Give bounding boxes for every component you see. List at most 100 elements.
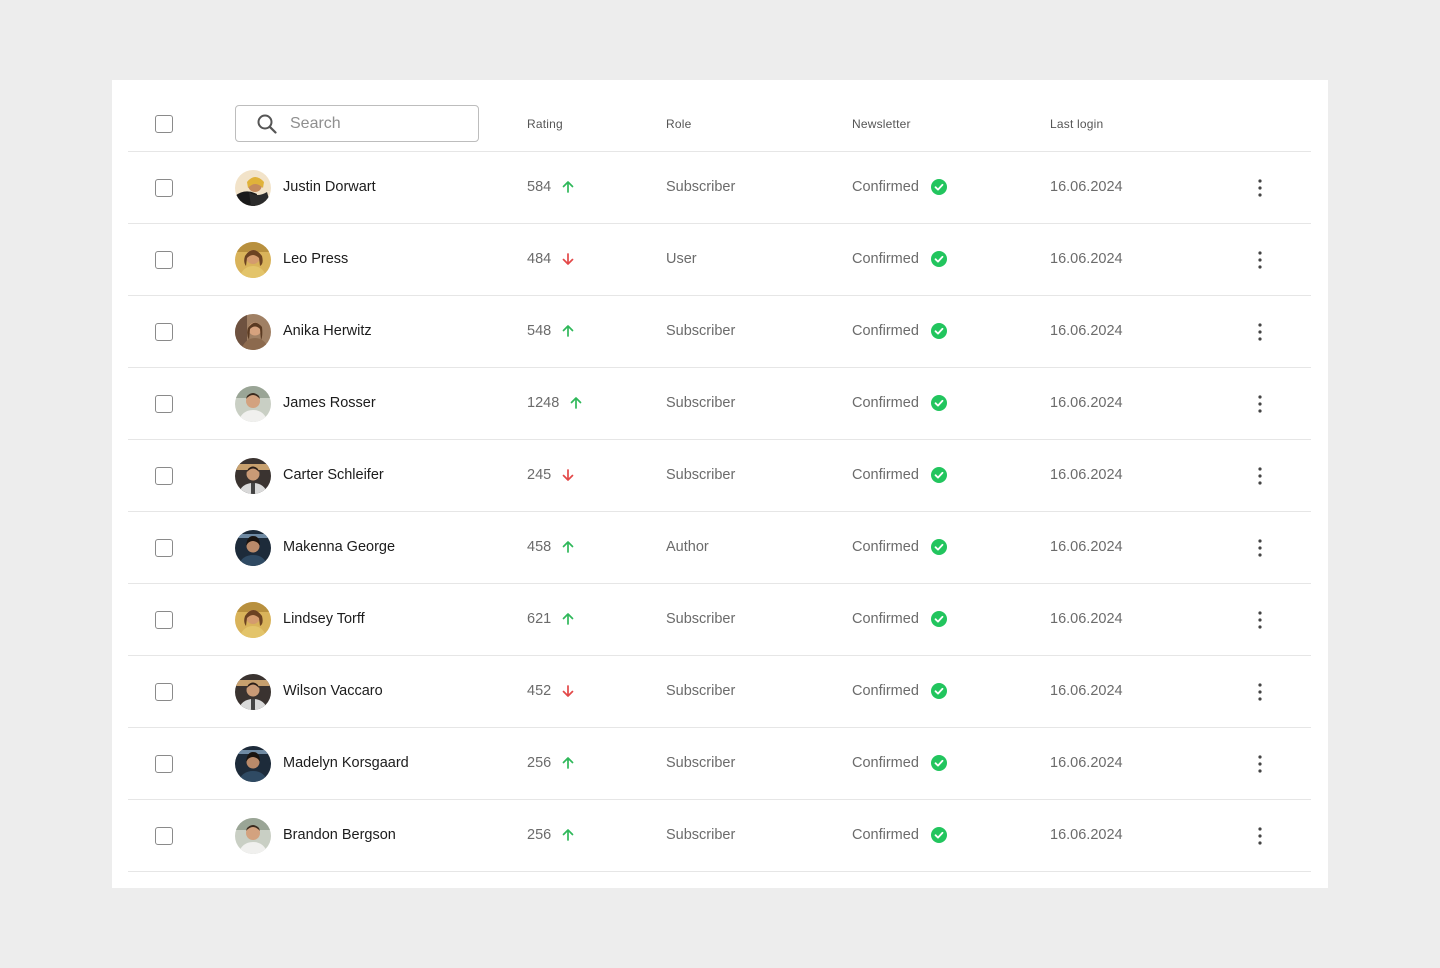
newsletter-status: Confirmed [852, 395, 919, 411]
newsletter-status: Confirmed [852, 179, 919, 195]
column-header-last-login[interactable]: Last login [1050, 117, 1103, 131]
rating-value: 452 [527, 683, 552, 699]
avatar [235, 674, 271, 710]
newsletter-status: Confirmed [852, 755, 919, 771]
row-checkbox[interactable] [155, 467, 173, 485]
table-row[interactable]: Wilson Vaccaro 452 Subscriber Confirmed … [128, 656, 1311, 728]
user-name[interactable]: James Rosser [283, 395, 376, 411]
last-login-value: 16.06.2024 [1050, 323, 1123, 339]
newsletter-cell: Confirmed [852, 251, 947, 267]
more-options-icon[interactable] [1248, 536, 1272, 560]
rating-value: 548 [527, 323, 552, 339]
newsletter-cell: Confirmed [852, 395, 947, 411]
user-name[interactable]: Anika Herwitz [283, 323, 372, 339]
last-login-value: 16.06.2024 [1050, 611, 1123, 627]
table-row[interactable]: Brandon Bergson 256 Subscriber Confirmed… [128, 800, 1311, 872]
table-row[interactable]: Carter Schleifer 245 Subscriber Confirme… [128, 440, 1311, 512]
last-login-value: 16.06.2024 [1050, 467, 1123, 483]
check-circle-icon [930, 179, 947, 195]
row-checkbox[interactable] [155, 755, 173, 773]
role-value: Author [666, 539, 709, 555]
select-all-checkbox[interactable] [155, 115, 173, 133]
row-checkbox[interactable] [155, 323, 173, 341]
avatar [235, 386, 271, 422]
role-value: Subscriber [666, 179, 736, 195]
rating-value: 484 [527, 251, 552, 267]
newsletter-status: Confirmed [852, 323, 919, 339]
table-row[interactable]: Lindsey Torff 621 Subscriber Confirmed 1… [128, 584, 1311, 656]
row-checkbox[interactable] [155, 683, 173, 701]
table-row[interactable]: James Rosser 1248 Subscriber Confirmed 1… [128, 368, 1311, 440]
role-value: Subscriber [666, 395, 736, 411]
search-box[interactable] [235, 105, 479, 142]
table-row[interactable]: Anika Herwitz 548 Subscriber Confirmed 1… [128, 296, 1311, 368]
last-login-value: 16.06.2024 [1050, 179, 1123, 195]
check-circle-icon [930, 251, 947, 267]
more-options-icon[interactable] [1248, 320, 1272, 344]
newsletter-cell: Confirmed [852, 611, 947, 627]
row-checkbox[interactable] [155, 395, 173, 413]
role-value: Subscriber [666, 683, 736, 699]
arrow-up-icon [562, 325, 574, 337]
role-value: Subscriber [666, 323, 736, 339]
newsletter-status: Confirmed [852, 827, 919, 843]
search-icon [257, 114, 277, 134]
rating-value: 458 [527, 539, 552, 555]
table-row[interactable]: Justin Dorwart 584 Subscriber Confirmed … [128, 152, 1311, 224]
users-table-card: Rating Role Newsletter Last login Justin… [112, 80, 1328, 888]
role-value: Subscriber [666, 611, 736, 627]
arrow-down-icon [562, 685, 574, 697]
check-circle-icon [930, 467, 947, 483]
rating-cell: 584 [527, 179, 575, 195]
column-header-rating[interactable]: Rating [527, 117, 563, 131]
user-name[interactable]: Leo Press [283, 251, 348, 267]
check-circle-icon [930, 323, 947, 339]
user-name[interactable]: Carter Schleifer [283, 467, 384, 483]
avatar [235, 746, 271, 782]
user-name[interactable]: Madelyn Korsgaard [283, 755, 409, 771]
row-checkbox[interactable] [155, 179, 173, 197]
rating-value: 256 [527, 755, 552, 771]
more-options-icon[interactable] [1248, 824, 1272, 848]
arrow-up-icon [562, 757, 574, 769]
row-checkbox[interactable] [155, 539, 173, 557]
arrow-up-icon [562, 541, 574, 553]
rating-cell: 458 [527, 539, 575, 555]
rating-cell: 1248 [527, 395, 583, 411]
search-input[interactable] [290, 112, 470, 136]
column-header-role[interactable]: Role [666, 117, 691, 131]
role-value: User [666, 251, 697, 267]
last-login-value: 16.06.2024 [1050, 395, 1123, 411]
user-name[interactable]: Brandon Bergson [283, 827, 396, 843]
table-row[interactable]: Madelyn Korsgaard 256 Subscriber Confirm… [128, 728, 1311, 800]
newsletter-cell: Confirmed [852, 467, 947, 483]
more-options-icon[interactable] [1248, 176, 1272, 200]
rating-cell: 484 [527, 251, 575, 267]
table-row[interactable]: Makenna George 458 Author Confirmed 16.0… [128, 512, 1311, 584]
newsletter-status: Confirmed [852, 251, 919, 267]
user-name[interactable]: Wilson Vaccaro [283, 683, 383, 699]
more-options-icon[interactable] [1248, 608, 1272, 632]
more-options-icon[interactable] [1248, 752, 1272, 776]
column-header-newsletter[interactable]: Newsletter [852, 117, 911, 131]
more-options-icon[interactable] [1248, 248, 1272, 272]
table-body: Justin Dorwart 584 Subscriber Confirmed … [128, 152, 1311, 872]
table-row[interactable]: Leo Press 484 User Confirmed 16.06.2024 [128, 224, 1311, 296]
more-options-icon[interactable] [1248, 464, 1272, 488]
avatar [235, 602, 271, 638]
user-name[interactable]: Lindsey Torff [283, 611, 365, 627]
row-checkbox[interactable] [155, 251, 173, 269]
newsletter-cell: Confirmed [852, 323, 947, 339]
rating-cell: 256 [527, 827, 575, 843]
more-options-icon[interactable] [1248, 392, 1272, 416]
avatar [235, 818, 271, 854]
row-checkbox[interactable] [155, 611, 173, 629]
user-name[interactable]: Justin Dorwart [283, 179, 376, 195]
check-circle-icon [930, 395, 947, 411]
rating-cell: 548 [527, 323, 575, 339]
user-name[interactable]: Makenna George [283, 539, 395, 555]
check-circle-icon [930, 611, 947, 627]
arrow-up-icon [570, 397, 582, 409]
more-options-icon[interactable] [1248, 680, 1272, 704]
row-checkbox[interactable] [155, 827, 173, 845]
